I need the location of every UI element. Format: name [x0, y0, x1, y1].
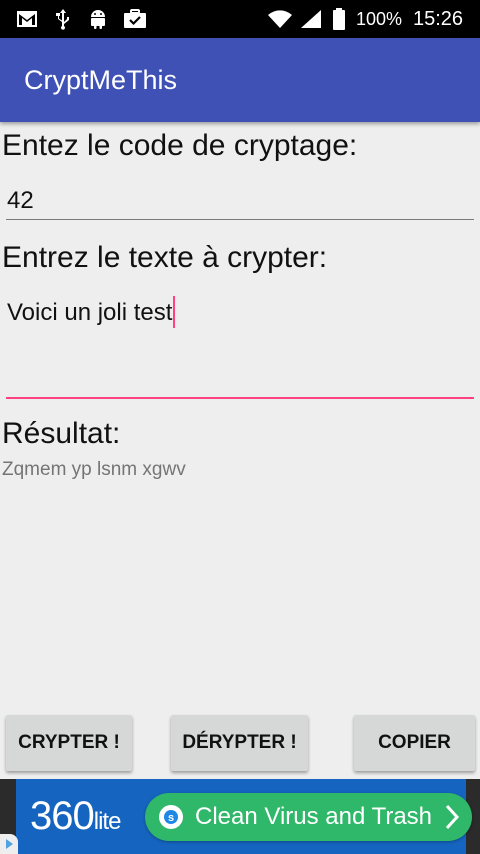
ad-choices-icon[interactable] — [0, 834, 18, 854]
text-label: Entrez le texte à crypter: — [2, 241, 328, 274]
ad-banner[interactable]: 360lite s Clean Virus and Trash — [0, 779, 480, 854]
copy-button[interactable]: COPIER — [354, 715, 475, 771]
briefcase-check-icon — [123, 8, 147, 30]
result-label: Résultat: — [2, 417, 121, 450]
code-label: Entez le code de cryptage: — [2, 129, 358, 162]
code-input-underline — [6, 219, 474, 220]
usb-icon — [55, 8, 71, 30]
ad-cta-text: Clean Virus and Trash — [195, 803, 433, 830]
ad-logo: 360lite — [30, 793, 122, 845]
chevron-right-icon — [444, 804, 460, 835]
status-bar: 100% 15:26 — [0, 0, 480, 38]
battery-percent: 100% — [356, 9, 403, 29]
ad-content[interactable]: 360lite s Clean Virus and Trash — [16, 779, 472, 854]
ad-cta-button[interactable]: s Clean Virus and Trash — [145, 793, 472, 841]
android-icon — [88, 8, 108, 30]
battery-icon — [332, 8, 346, 30]
text-input-underline — [6, 397, 474, 399]
result-value: Zqmem yp lsnm xgwv — [2, 459, 186, 480]
gmail-icon — [16, 8, 38, 30]
text-input-value: Voici un joli test — [7, 299, 173, 326]
crypt-button[interactable]: CRYPTER ! — [6, 715, 132, 771]
app-title: CryptMeThis — [24, 65, 178, 95]
text-cursor — [173, 295, 176, 328]
text-input-value-wrap: Voici un joli test — [7, 295, 176, 328]
decrypt-button[interactable]: DÉRYPTER ! — [171, 715, 308, 771]
app-bar: CryptMeThis — [0, 38, 480, 122]
cellular-signal-icon — [300, 8, 322, 30]
ad-logo-sub: lite — [93, 808, 122, 835]
ad-logo-main: 360 — [30, 794, 95, 838]
code-input[interactable]: 42 — [0, 178, 480, 224]
wifi-icon — [267, 8, 293, 30]
code-input-value: 42 — [7, 187, 34, 214]
svg-text:s: s — [168, 812, 174, 824]
text-input[interactable]: Voici un joli test — [0, 290, 480, 402]
shield-icon: s — [159, 805, 183, 829]
clock: 15:26 — [413, 8, 464, 30]
